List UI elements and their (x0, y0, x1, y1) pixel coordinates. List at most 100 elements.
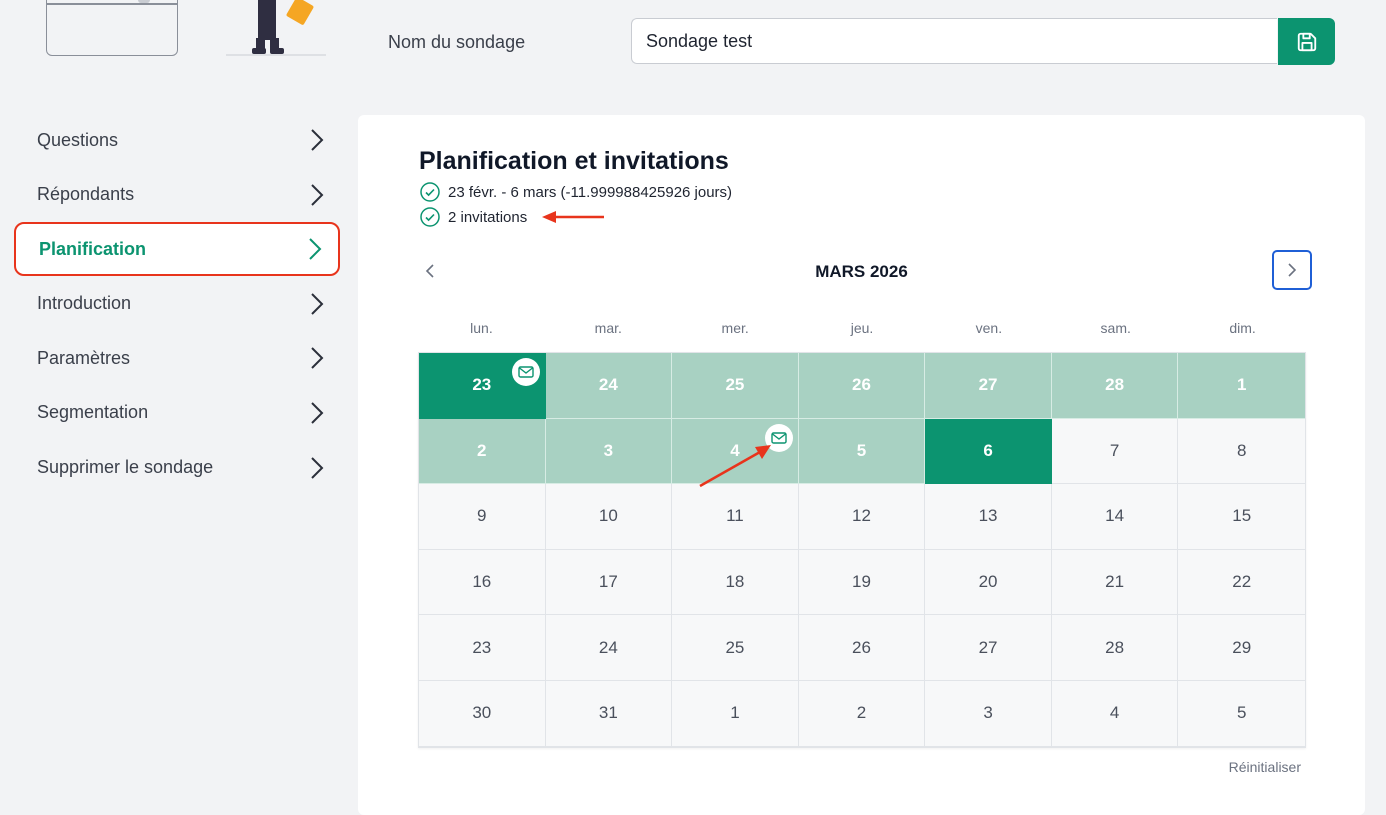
calendar-grid: 23 24 25 26 27 28 1 2 3 4 5 6 7 8 9 10 11 12 13 14 15 16 17 18 1… (418, 352, 1306, 748)
sidebar-item-label: Questions (37, 129, 119, 150)
day-number: 26 (852, 375, 871, 395)
calendar-day[interactable]: 27 (925, 615, 1052, 681)
illustration-box (46, 0, 178, 56)
calendar-day[interactable]: 29 (1178, 615, 1305, 681)
day-number: 26 (852, 637, 871, 657)
invitations-info: 2 invitations (420, 207, 527, 227)
day-number: 25 (725, 637, 745, 657)
sidebar-item-questions[interactable]: Questions (14, 113, 340, 167)
mail-icon (517, 366, 534, 378)
calendar-day[interactable]: 30 (419, 680, 546, 747)
calendar-day[interactable]: 3 (545, 418, 673, 485)
calendar-day[interactable]: 23 (419, 353, 546, 419)
day-number: 3 (983, 703, 993, 723)
calendar-day[interactable]: 7 (1051, 418, 1179, 485)
sidebar-item-répondants[interactable]: Répondants (14, 168, 340, 222)
calendar-day[interactable]: 2 (798, 680, 926, 747)
day-number: 1 (730, 703, 740, 723)
weekday-header: lun. mar. mer. jeu. ven. sam. dim. (418, 320, 1306, 336)
calendar-day[interactable]: 10 (545, 484, 673, 550)
calendar-day[interactable]: 16 (419, 549, 546, 616)
sidebar-item-supprimer-le-sondage[interactable]: Supprimer le sondage (14, 441, 340, 495)
mail-icon (771, 431, 787, 444)
weekday-label: jeu. (850, 320, 874, 336)
day-number: 22 (1232, 572, 1252, 592)
weekday-label: ven. (975, 320, 1003, 336)
sidebar-item-label: Paramètres (37, 347, 131, 368)
calendar-day[interactable]: 19 (798, 549, 926, 616)
sidebar-item-label: Supprimer le sondage (37, 457, 214, 478)
calendar-day[interactable]: 14 (1051, 484, 1179, 550)
sidebar-item-label: Répondants (37, 184, 135, 205)
calendar-day[interactable]: 11 (672, 484, 799, 550)
survey-name-input[interactable] (631, 18, 1277, 64)
calendar-day[interactable]: 31 (545, 680, 673, 747)
day-number: 5 (856, 440, 867, 460)
day-number: 9 (477, 506, 487, 526)
calendar-day[interactable]: 24 (545, 615, 673, 681)
calendar-day[interactable]: 25 (672, 353, 799, 419)
calendar-day[interactable]: 25 (672, 615, 799, 681)
chevron-right-icon (311, 456, 324, 479)
sidebar-item-label: Introduction (37, 293, 132, 314)
save-button[interactable] (1278, 18, 1335, 65)
day-number: 20 (978, 572, 998, 592)
invitation-badge[interactable] (511, 358, 540, 386)
reset-link[interactable]: Réinitialiser (1229, 759, 1301, 775)
calendar-day[interactable]: 18 (672, 549, 799, 616)
sidebar-item-segmentation[interactable]: Segmentation (14, 386, 340, 440)
sidebar-item-planification[interactable]: Planification (14, 222, 340, 277)
calendar-day[interactable]: 17 (545, 549, 673, 616)
calendar-day[interactable]: 21 (1051, 549, 1179, 616)
calendar-day[interactable]: 15 (1178, 484, 1305, 550)
day-number: 31 (598, 703, 618, 723)
calendar-day[interactable]: 12 (798, 484, 926, 550)
day-number: 21 (1105, 572, 1125, 592)
day-number: 15 (1232, 506, 1252, 526)
sidebar-nav: Questions Répondants Planification Introduc… (14, 113, 340, 495)
day-number: 27 (978, 375, 998, 395)
calendar-day[interactable]: 2 (419, 418, 546, 485)
calendar-day[interactable]: 6 (925, 418, 1052, 485)
calendar-day[interactable]: 9 (419, 484, 546, 550)
calendar-day[interactable]: 3 (925, 680, 1052, 747)
calendar-day[interactable]: 26 (798, 353, 926, 419)
calendar-day[interactable]: 24 (545, 353, 673, 419)
save-icon (1297, 32, 1316, 51)
calendar-day[interactable]: 28 (1051, 353, 1179, 419)
calendar-day[interactable]: 22 (1178, 549, 1305, 616)
day-number: 17 (598, 572, 618, 592)
day-number: 23 (472, 637, 492, 657)
person-illustration (226, 0, 326, 56)
day-number: 8 (1236, 440, 1247, 460)
day-number: 19 (852, 572, 871, 592)
calendar-day[interactable]: 23 (419, 615, 546, 681)
calendar-day[interactable]: 5 (1178, 680, 1305, 747)
calendar-day[interactable]: 26 (798, 615, 926, 681)
calendar-day[interactable]: 13 (925, 484, 1052, 550)
sidebar-item-paramètres[interactable]: Paramètres (14, 331, 340, 385)
day-number: 27 (978, 637, 998, 657)
annotation-arrow (699, 445, 771, 488)
day-number: 7 (1109, 440, 1120, 460)
sidebar-item-introduction[interactable]: Introduction (14, 277, 340, 331)
calendar-day[interactable]: 1 (1178, 353, 1305, 419)
calendar-day[interactable]: 1 (672, 680, 799, 747)
day-number: 3 (603, 440, 614, 460)
weekday-label: mer. (721, 320, 749, 336)
next-month-button[interactable] (1272, 250, 1312, 290)
day-number: 18 (725, 572, 745, 592)
calendar-day[interactable]: 20 (925, 549, 1052, 616)
day-number: 2 (856, 703, 867, 723)
day-number: 6 (983, 440, 993, 460)
calendar-day[interactable]: 27 (925, 353, 1052, 419)
page-title: Planification et invitations (419, 147, 729, 175)
day-number: 11 (726, 506, 744, 526)
calendar-day[interactable]: 5 (798, 418, 926, 485)
calendar-day[interactable]: 28 (1051, 615, 1179, 681)
calendar-day[interactable]: 8 (1178, 418, 1305, 485)
chevron-right-icon (311, 293, 324, 315)
day-number: 13 (978, 506, 998, 526)
survey-name-label: Nom du sondage (388, 32, 526, 52)
calendar-day[interactable]: 4 (1051, 680, 1179, 747)
